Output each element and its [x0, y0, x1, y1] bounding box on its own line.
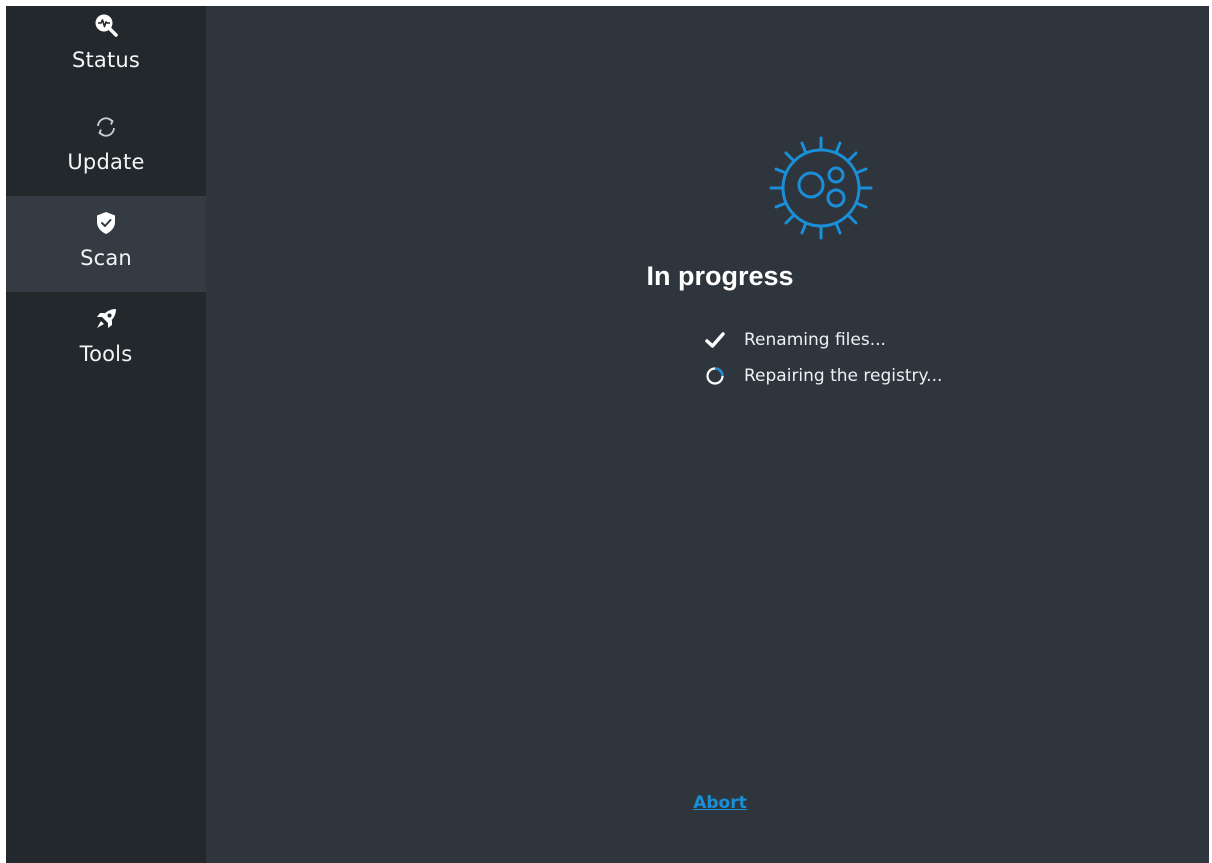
- shield-check-icon: [93, 210, 119, 236]
- sidebar-item-label: Scan: [80, 246, 132, 270]
- progress-steps: Renaming files... Repairing the registry…: [704, 322, 942, 394]
- sidebar-item-label: Tools: [79, 342, 133, 366]
- sidebar-item-scan[interactable]: Scan: [6, 196, 206, 292]
- rocket-icon: [93, 306, 119, 332]
- status-magnifier-icon: [93, 12, 119, 38]
- step-label: Repairing the registry...: [744, 366, 943, 386]
- abort-link[interactable]: Abort: [206, 793, 1209, 813]
- sidebar-item-status[interactable]: Status: [6, 6, 206, 100]
- spinner-icon: [704, 366, 730, 386]
- step-label: Renaming files...: [744, 330, 886, 350]
- sidebar-item-tools[interactable]: Tools: [6, 292, 206, 388]
- update-sync-icon: [93, 114, 119, 140]
- main-panel: In progress Renaming files... Repairing …: [206, 6, 1209, 863]
- progress-step-running: Repairing the registry...: [704, 358, 942, 394]
- page-title: In progress: [646, 261, 794, 291]
- sidebar-item-label: Update: [67, 150, 145, 174]
- sidebar-item-update[interactable]: Update: [6, 100, 206, 196]
- virus-icon: [769, 136, 873, 240]
- sidebar: Status Update Scan Tools: [6, 6, 206, 863]
- progress-step-done: Renaming files...: [704, 322, 942, 358]
- checkmark-icon: [704, 330, 730, 350]
- app-window: Status Update Scan Tools In progress Ren…: [6, 6, 1209, 863]
- sidebar-item-label: Status: [71, 48, 141, 72]
